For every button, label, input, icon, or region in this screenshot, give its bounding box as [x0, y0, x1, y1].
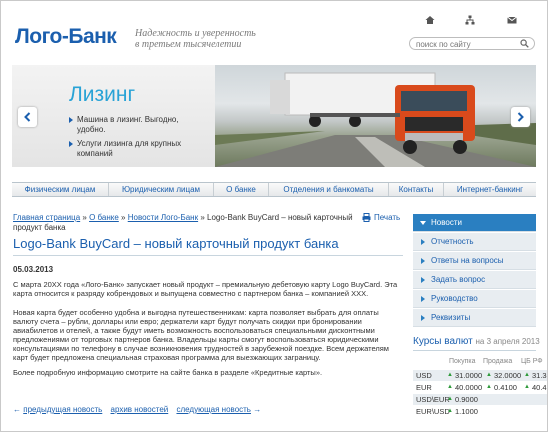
article-title: Logo-Bank BuyCard – новый карточный прод…	[13, 236, 339, 251]
news-archive-link[interactable]: архив новостей	[111, 405, 169, 414]
buy-rate: 0.9000	[455, 395, 478, 404]
breadcrumb: Главная страница » О банке » Новости Лог…	[13, 213, 359, 233]
nav-item-about[interactable]: О банке	[214, 183, 269, 196]
currency-row: EUR ▲ 40.0000 ▲ 0.4100 ▲ 40.4995	[413, 382, 547, 393]
tagline-line-1: Надежность и уверенность	[135, 28, 256, 39]
currency-pair: EUR	[416, 383, 432, 392]
prev-news-link[interactable]: предыдущая новость	[23, 405, 102, 414]
tagline-line-2: в третьем тысячелетии	[135, 39, 242, 50]
currency-pair: USD\EUR	[416, 395, 450, 404]
article-paragraph: Новая карта будет особенно удобна и выго…	[13, 308, 389, 362]
cbr-rate: 40.4995	[532, 383, 547, 392]
banner-title: Лизинг	[69, 83, 136, 106]
breadcrumb-about[interactable]: О банке	[89, 213, 119, 222]
buy-rate: 31.0000	[455, 371, 483, 380]
arrow-right-icon: →	[253, 405, 262, 414]
trend-up-icon: ▲	[447, 372, 453, 378]
side-item-faq[interactable]: Ответы на вопросы	[413, 252, 536, 270]
banner-next-button[interactable]	[511, 107, 530, 127]
breadcrumb-separator: »	[198, 213, 207, 222]
trend-up-icon: ▲	[447, 408, 453, 414]
sitemap-icon[interactable]	[465, 15, 477, 27]
column-cbr: ЦБ РФ	[521, 358, 543, 365]
currency-row: USD ▲ 31.0000 ▲ 32.0000 ▲ 31.3876	[413, 370, 547, 381]
promo-banner[interactable]: Лизинг Машина в лизинг. Выгодно, удобно.…	[12, 65, 536, 167]
home-icon[interactable]	[425, 15, 437, 27]
mail-icon[interactable]	[507, 15, 519, 27]
breadcrumb-news[interactable]: Новости Лого-Банк	[128, 213, 198, 222]
next-news-link[interactable]: следующая новость	[176, 405, 251, 414]
buy-rate: 40.0000	[455, 383, 483, 392]
article-paragraph: Более подробную информацию смотрите на с…	[13, 368, 323, 377]
column-sell: Продажа	[483, 358, 513, 365]
article-paragraph: С марта 20ХХ года «Лого-Банк» запускает …	[13, 280, 398, 298]
banner-truck-image	[215, 65, 536, 167]
side-item-requisites[interactable]: Реквизиты	[413, 309, 536, 327]
nav-item-internet-banking[interactable]: Интернет-банкинг	[444, 183, 536, 196]
search-box	[409, 37, 535, 50]
nav-item-contacts[interactable]: Контакты	[389, 183, 444, 196]
side-menu: Новости Отчетность Ответы на вопросы Зад…	[413, 214, 536, 328]
buy-rate: 1.1000	[455, 407, 478, 416]
print-label: Печать	[374, 213, 401, 222]
nav-item-branches[interactable]: Отделения и банкоматы	[269, 183, 389, 196]
bank-logo[interactable]: Лого-Банк	[15, 25, 117, 49]
sell-rate: 0.4100	[494, 383, 517, 392]
chevron-left-icon	[24, 112, 31, 122]
tagline: Надежность и уверенность в третьем тысяч…	[135, 28, 256, 50]
search-icon[interactable]	[520, 39, 530, 49]
main-nav: Физическим лицам Юридическим лицам О бан…	[12, 182, 536, 197]
news-pager: ← предыдущая новость архив новостей след…	[13, 405, 261, 414]
chevron-right-icon	[517, 112, 524, 122]
breadcrumb-separator: »	[80, 213, 90, 222]
side-item-reports[interactable]: Отчетность	[413, 233, 536, 251]
title-divider	[13, 255, 403, 256]
side-item-management[interactable]: Руководство	[413, 290, 536, 308]
side-item-news[interactable]: Новости	[413, 214, 536, 232]
column-buy: Покупка	[449, 358, 476, 365]
currency-title: Курсы валют	[413, 336, 473, 347]
search-input[interactable]	[416, 39, 516, 49]
breadcrumb-separator: »	[118, 213, 128, 222]
banner-prev-button[interactable]	[18, 107, 37, 127]
banner-bullet: Услуги лизинга для крупных компаний	[69, 139, 205, 159]
breadcrumb-home[interactable]: Главная страница	[13, 213, 80, 222]
banner-bullet: Машина в лизинг. Выгодно, удобно.	[69, 115, 205, 135]
currency-pair: USD	[416, 371, 432, 380]
print-link[interactable]: Печать	[362, 213, 400, 222]
currency-pair: EUR\USD	[416, 407, 450, 416]
trend-up-icon: ▲	[486, 384, 492, 390]
currency-divider	[413, 350, 536, 351]
article-date: 05.03.2013	[13, 265, 54, 274]
trend-up-icon: ▲	[447, 384, 453, 390]
side-item-ask-question[interactable]: Задать вопрос	[413, 271, 536, 289]
currency-row: USD\EUR ▲ 0.9000	[413, 394, 547, 405]
currency-date: на 3 апреля 2013	[475, 337, 540, 346]
trend-up-icon: ▲	[524, 372, 530, 378]
truck-illustration	[215, 72, 536, 167]
banner-bullets: Машина в лизинг. Выгодно, удобно. Услуги…	[69, 115, 205, 163]
trend-up-icon: ▲	[447, 396, 453, 402]
trend-up-icon: ▲	[486, 372, 492, 378]
currency-row: EUR\USD ▲ 1.1000	[413, 406, 547, 417]
trend-up-icon: ▲	[524, 384, 530, 390]
sell-rate: 32.0000	[494, 371, 522, 380]
nav-item-individuals[interactable]: Физическим лицам	[12, 183, 109, 196]
printer-icon	[362, 213, 371, 222]
page: Лого-Банк Надежность и уверенность в тре…	[0, 0, 548, 432]
arrow-left-icon: ←	[13, 405, 21, 414]
cbr-rate: 31.3876	[532, 371, 547, 380]
currency-header: Курсы валют на 3 апреля 2013	[413, 336, 540, 347]
nav-item-companies[interactable]: Юридическим лицам	[109, 183, 214, 196]
